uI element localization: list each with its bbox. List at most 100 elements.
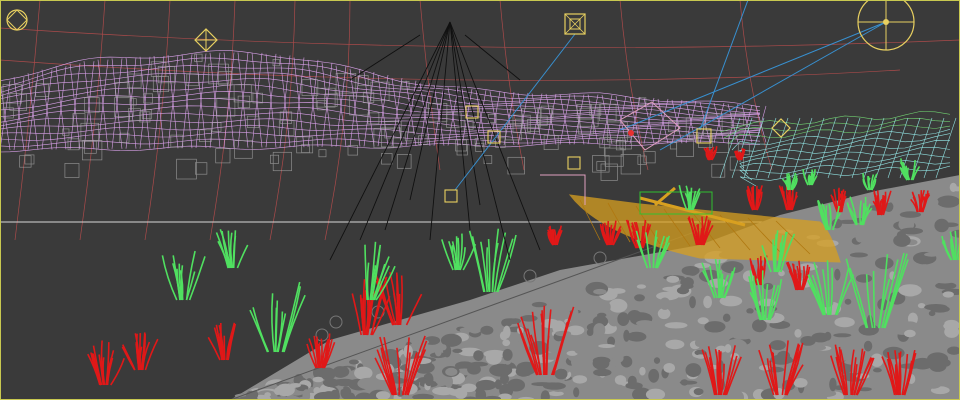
rock <box>502 348 513 361</box>
rock <box>685 363 702 378</box>
rock <box>793 378 808 388</box>
rock <box>942 222 959 228</box>
rock <box>676 286 690 295</box>
rock <box>432 386 456 396</box>
3d-viewport[interactable] <box>0 0 960 400</box>
rock <box>331 379 353 385</box>
rock <box>812 345 826 351</box>
rock <box>348 359 359 365</box>
rock <box>625 382 643 390</box>
rock <box>794 329 802 338</box>
rock <box>855 231 865 243</box>
rock <box>693 388 704 396</box>
rock <box>949 182 957 192</box>
rock <box>653 357 661 364</box>
rock <box>574 347 596 355</box>
rock <box>680 379 689 386</box>
rock <box>554 368 568 380</box>
rock <box>863 340 873 352</box>
target-marker-icon[interactable] <box>628 130 634 136</box>
rock <box>597 312 607 318</box>
rock <box>746 308 754 314</box>
rock <box>904 329 916 338</box>
scene-canvas[interactable] <box>0 0 960 400</box>
rock <box>659 297 671 310</box>
rock <box>942 291 954 298</box>
rock <box>694 338 704 347</box>
rock <box>564 336 583 347</box>
rock <box>459 327 473 333</box>
rock <box>824 331 832 341</box>
rock <box>944 325 960 338</box>
rock <box>573 387 580 398</box>
rock <box>480 325 494 335</box>
rock <box>724 344 732 353</box>
rock <box>934 316 945 328</box>
rock <box>572 375 588 384</box>
grass-blade <box>718 259 721 299</box>
rock <box>844 298 852 305</box>
rock <box>645 388 666 400</box>
rock <box>738 313 757 321</box>
rock <box>507 378 525 392</box>
grass-blade <box>774 234 777 273</box>
rock <box>626 331 647 342</box>
rock <box>917 303 926 309</box>
rock <box>473 350 484 361</box>
rock <box>875 257 894 270</box>
rock <box>593 323 606 337</box>
rock <box>898 284 922 297</box>
rock <box>502 339 511 347</box>
rock <box>608 298 628 313</box>
rock <box>627 310 642 322</box>
rock <box>592 357 610 370</box>
rock <box>733 334 752 340</box>
rock <box>666 275 680 283</box>
rock <box>617 312 630 326</box>
rock <box>471 374 481 379</box>
rock <box>593 288 607 295</box>
rock <box>357 377 381 390</box>
rock <box>689 296 696 309</box>
rock <box>664 322 688 329</box>
rock <box>893 234 911 247</box>
rock <box>903 321 918 329</box>
rock <box>445 367 458 376</box>
rock <box>873 368 882 373</box>
rock <box>452 348 463 353</box>
rock <box>489 363 513 377</box>
rock <box>704 321 726 333</box>
rock <box>834 317 855 328</box>
rock <box>639 366 646 376</box>
grass-blade <box>274 307 278 353</box>
rock <box>877 372 887 377</box>
rock <box>376 391 391 400</box>
rock <box>454 387 468 399</box>
rock <box>444 375 453 388</box>
rock <box>911 357 934 370</box>
rock <box>636 284 647 289</box>
rock <box>593 368 612 377</box>
rock <box>601 301 611 313</box>
rock <box>542 382 566 390</box>
rock <box>510 318 521 324</box>
rock <box>769 340 786 351</box>
grass-blade <box>808 175 812 186</box>
rock <box>654 348 667 356</box>
rock <box>703 295 712 309</box>
rock <box>636 320 654 327</box>
rock <box>440 344 447 351</box>
rock <box>503 325 511 339</box>
rock <box>634 294 645 302</box>
rock <box>849 252 868 258</box>
rock <box>541 310 565 319</box>
rock <box>612 353 624 363</box>
rock <box>264 392 271 398</box>
rock <box>320 367 336 381</box>
rock <box>910 339 918 351</box>
rock <box>312 376 324 383</box>
rock <box>925 379 942 389</box>
rock <box>663 363 675 373</box>
rock <box>598 344 615 348</box>
rock <box>926 240 936 252</box>
